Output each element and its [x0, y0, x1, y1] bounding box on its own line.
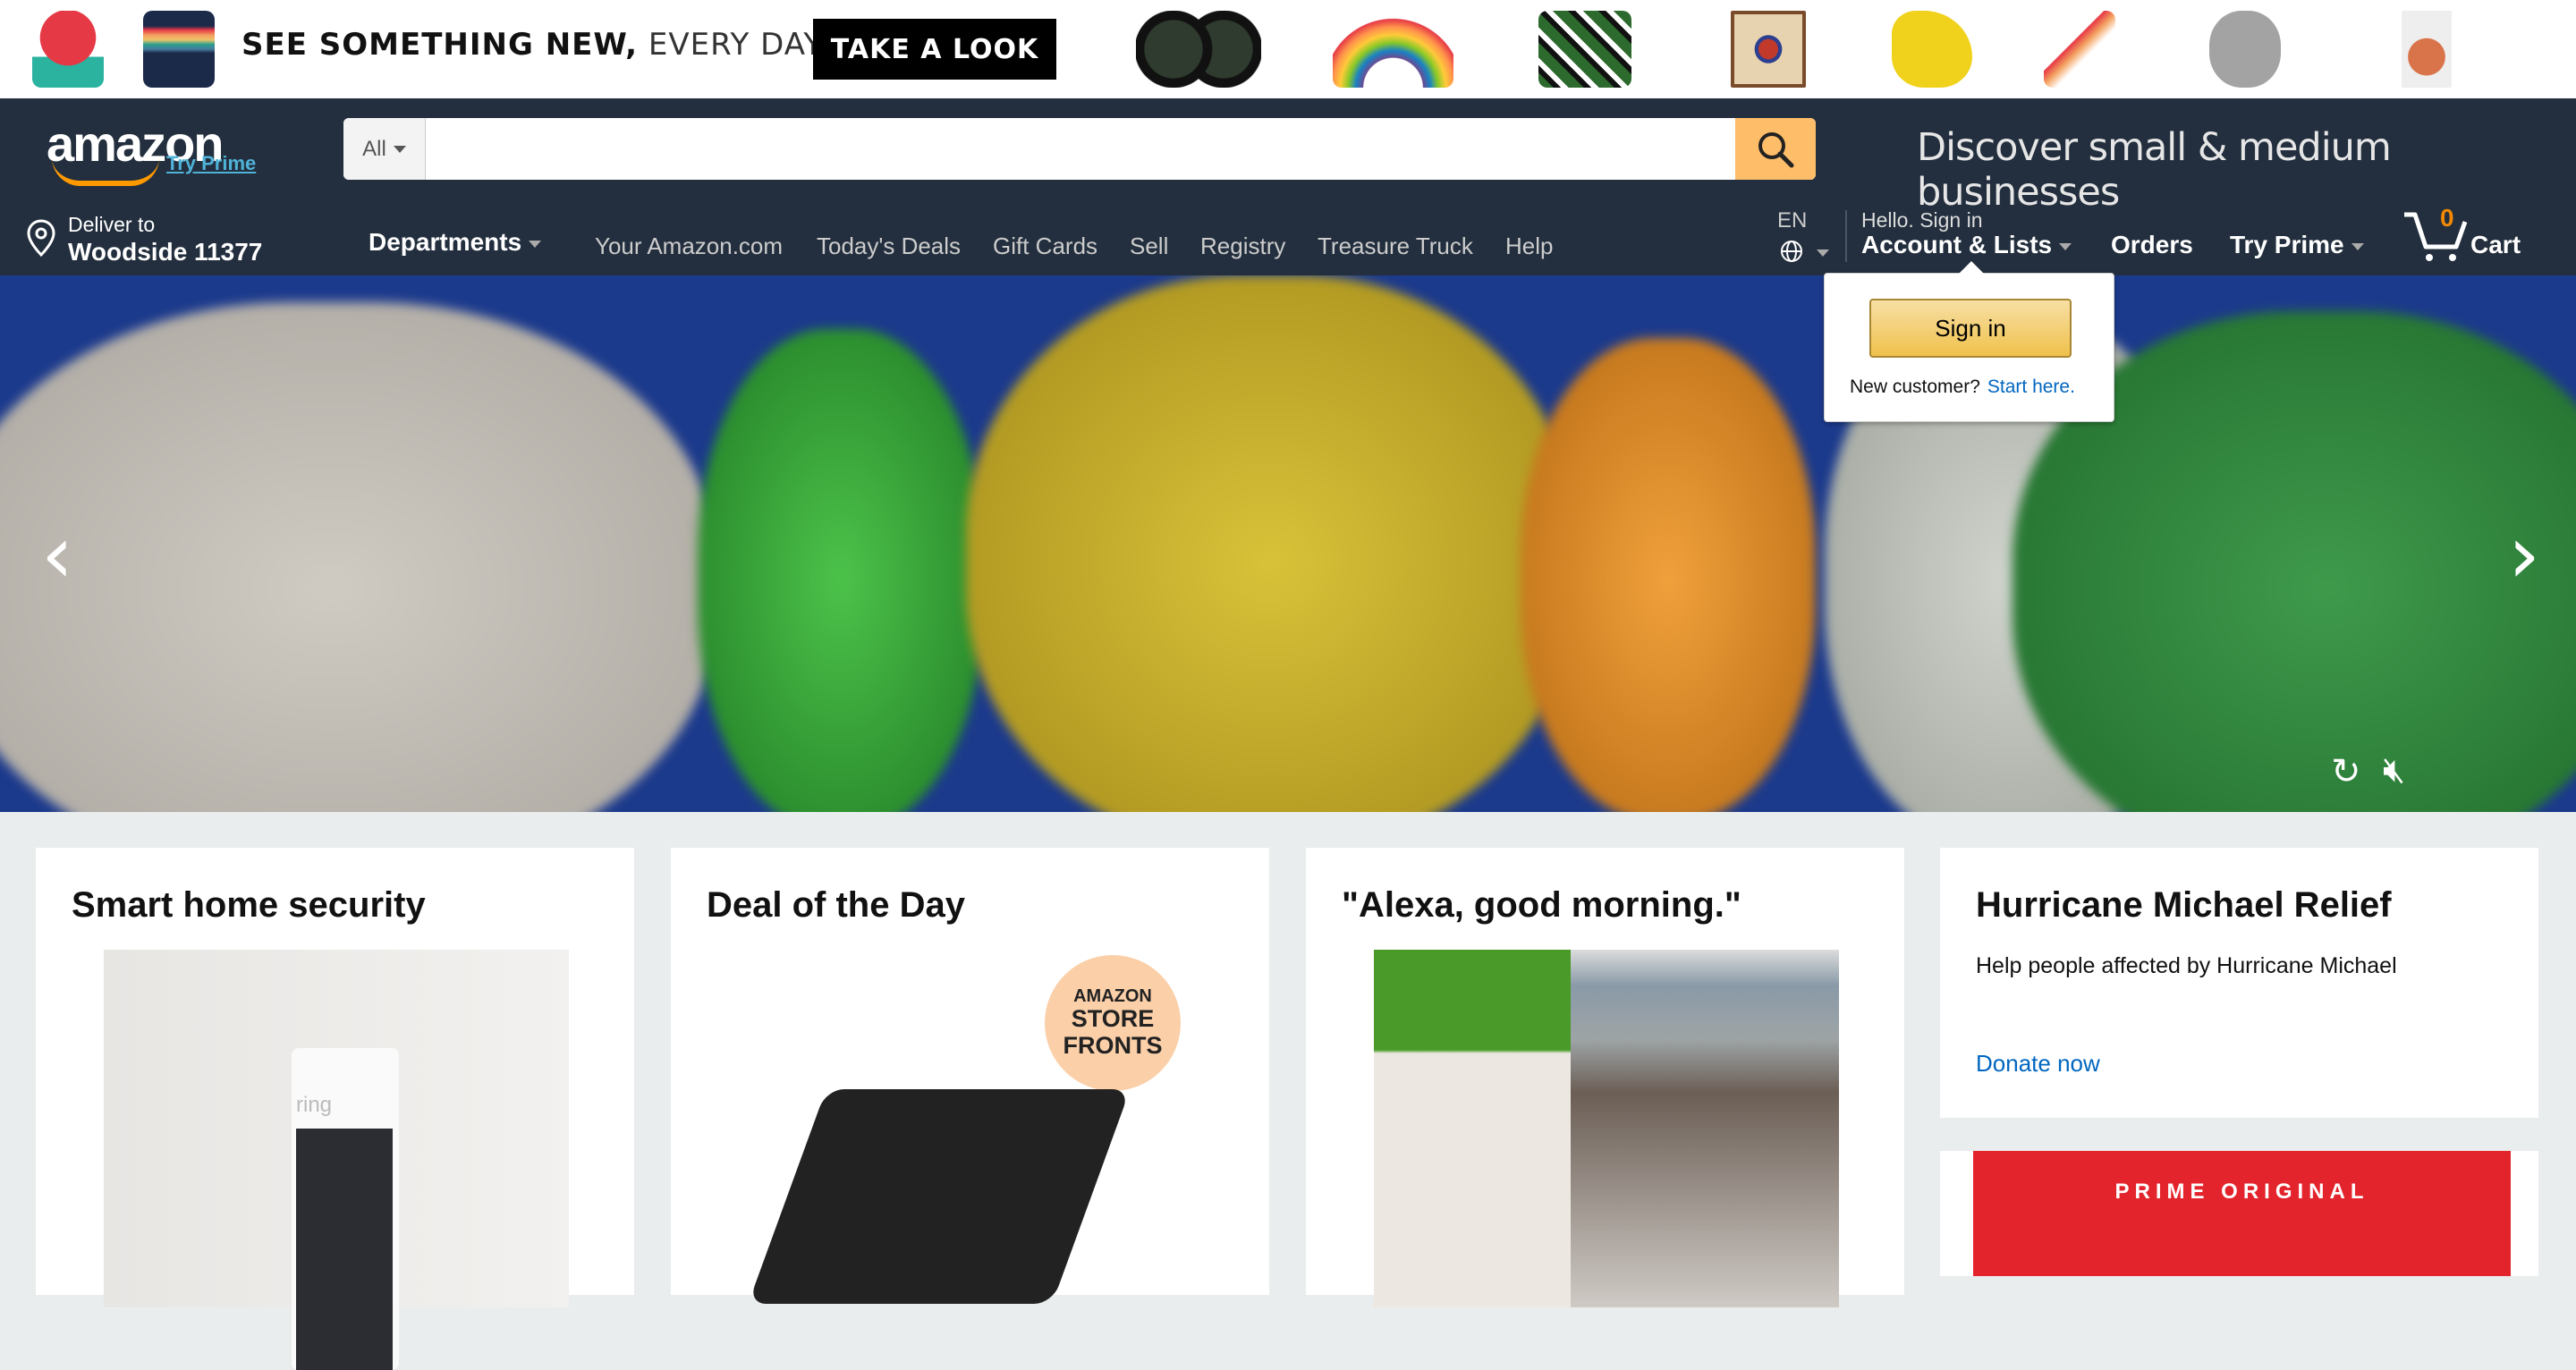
- store-fronts-badge: AMAZON STORE FRONTS: [1045, 955, 1181, 1091]
- search-button[interactable]: [1735, 118, 1816, 180]
- card-alexa-good-morning[interactable]: "Alexa, good morning.": [1306, 848, 1904, 1307]
- location-pin-icon: [27, 219, 55, 258]
- product-thumb[interactable]: [1538, 11, 1631, 88]
- search-bar: All: [343, 118, 1816, 180]
- language-code: EN: [1777, 208, 1808, 233]
- caret-down-icon: [529, 240, 542, 248]
- nav-link-your-amazon[interactable]: Your Amazon.com: [595, 233, 783, 260]
- card-title: Deal of the Day: [707, 885, 965, 925]
- try-prime-logo-link[interactable]: Try Prime: [166, 152, 256, 175]
- nav-link-registry[interactable]: Registry: [1200, 233, 1285, 260]
- account-lists-menu[interactable]: Account & Lists: [1861, 231, 2072, 259]
- hero-carousel[interactable]: ‹ › ↻ 🔇︎: [0, 275, 2576, 812]
- card-smart-home-security[interactable]: Smart home security ring: [36, 848, 634, 1370]
- cart-button[interactable]: 0 Cart: [2402, 204, 2528, 266]
- carousel-next-arrow-icon[interactable]: ›: [2508, 508, 2540, 602]
- card-title: "Alexa, good morning.": [1342, 885, 1741, 925]
- card-image[interactable]: [748, 1089, 1131, 1304]
- language-selector[interactable]: EN: [1777, 208, 1831, 262]
- card-hurricane-relief: Hurricane Michael Relief Help people aff…: [1940, 848, 2538, 1118]
- product-thumb[interactable]: [1333, 11, 1453, 88]
- cart-icon: [2404, 212, 2468, 261]
- start-here-link[interactable]: Start here.: [1987, 376, 2075, 397]
- caret-down-icon: [393, 145, 406, 153]
- product-thumb[interactable]: [1136, 11, 1261, 88]
- card-title: Hurricane Michael Relief: [1976, 885, 2392, 925]
- product-thumb[interactable]: [1892, 11, 1972, 88]
- deliver-location: Woodside 11377: [68, 238, 263, 266]
- hero-image: [1521, 338, 1816, 812]
- donate-now-link[interactable]: Donate now: [1976, 1050, 2100, 1078]
- product-thumb[interactable]: [1731, 11, 1806, 88]
- product-thumb[interactable]: [2402, 11, 2452, 88]
- ad-headline: SEE SOMETHING NEW, EVERY DAY.: [242, 27, 828, 63]
- ring-logo: ring: [296, 1093, 333, 1117]
- discover-businesses-link[interactable]: Discover small & medium businesses: [1917, 125, 2576, 215]
- globe-icon: [1781, 241, 1802, 262]
- nav-bar: amazon Try Prime All Discover small & me…: [0, 98, 2576, 275]
- sign-in-button[interactable]: Sign in: [1869, 299, 2072, 358]
- product-thumb[interactable]: [32, 11, 104, 88]
- card-title: Smart home security: [72, 885, 426, 925]
- hero-image: [966, 275, 1574, 812]
- ad-banner[interactable]: SEE SOMETHING NEW, EVERY DAY. TAKE A LOO…: [0, 0, 2576, 98]
- hero-image: [0, 302, 716, 812]
- mute-icon[interactable]: 🔇︎: [2383, 749, 2405, 791]
- promo-card[interactable]: PRIME ORIGINAL: [1940, 1151, 2538, 1276]
- try-prime-menu[interactable]: Try Prime: [2230, 231, 2364, 259]
- nav-link-gift-cards[interactable]: Gift Cards: [993, 233, 1097, 260]
- carousel-prev-arrow-icon[interactable]: ‹: [41, 508, 73, 602]
- divider: [1845, 210, 1847, 262]
- departments-menu[interactable]: Departments: [369, 228, 542, 257]
- caret-down-icon: [2059, 242, 2072, 250]
- search-icon: [1758, 131, 1794, 167]
- nav-link-help[interactable]: Help: [1505, 233, 1553, 260]
- sign-in-popover: Sign in New customer? Start here.: [1824, 261, 2114, 422]
- search-category-dropdown[interactable]: All: [343, 118, 426, 180]
- card-text: Help people affected by Hurricane Michae…: [1976, 953, 2397, 978]
- prime-original-banner[interactable]: PRIME ORIGINAL: [1973, 1151, 2511, 1276]
- smile-icon: [52, 157, 159, 186]
- caret-down-icon: [2351, 242, 2364, 250]
- replay-icon[interactable]: ↻: [2331, 751, 2361, 792]
- take-a-look-button[interactable]: TAKE A LOOK: [813, 19, 1056, 80]
- nav-link-sell[interactable]: Sell: [1130, 233, 1168, 260]
- cart-count: 0: [2440, 204, 2454, 232]
- hero-image: [698, 329, 984, 812]
- hello-sign-in[interactable]: Hello. Sign in: [1861, 208, 1983, 233]
- card-image[interactable]: [1374, 950, 1839, 1307]
- product-thumb[interactable]: [2044, 11, 2115, 88]
- card-image[interactable]: ring: [104, 950, 569, 1370]
- nav-link-todays-deals[interactable]: Today's Deals: [817, 233, 961, 260]
- nav-link-treasure-truck[interactable]: Treasure Truck: [1318, 233, 1473, 260]
- deliver-label: Deliver to: [68, 213, 156, 236]
- search-input[interactable]: [426, 118, 1735, 180]
- product-thumb[interactable]: [143, 11, 215, 88]
- caret-down-icon: [1817, 249, 1829, 257]
- new-customer-text: New customer? Start here.: [1850, 376, 2075, 397]
- product-thumb[interactable]: [2209, 11, 2281, 88]
- orders-link[interactable]: Orders: [2111, 231, 2193, 259]
- cart-label: Cart: [2470, 231, 2521, 258]
- card-deal-of-the-day[interactable]: Deal of the Day AMAZON STORE FRONTS: [671, 848, 1269, 1304]
